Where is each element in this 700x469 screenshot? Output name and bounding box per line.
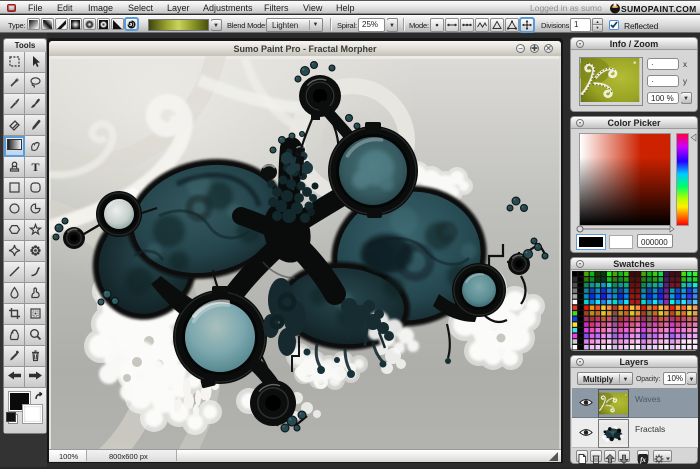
svg-text:fx: fx <box>640 456 646 464</box>
svg-text:T: T <box>31 160 39 173</box>
